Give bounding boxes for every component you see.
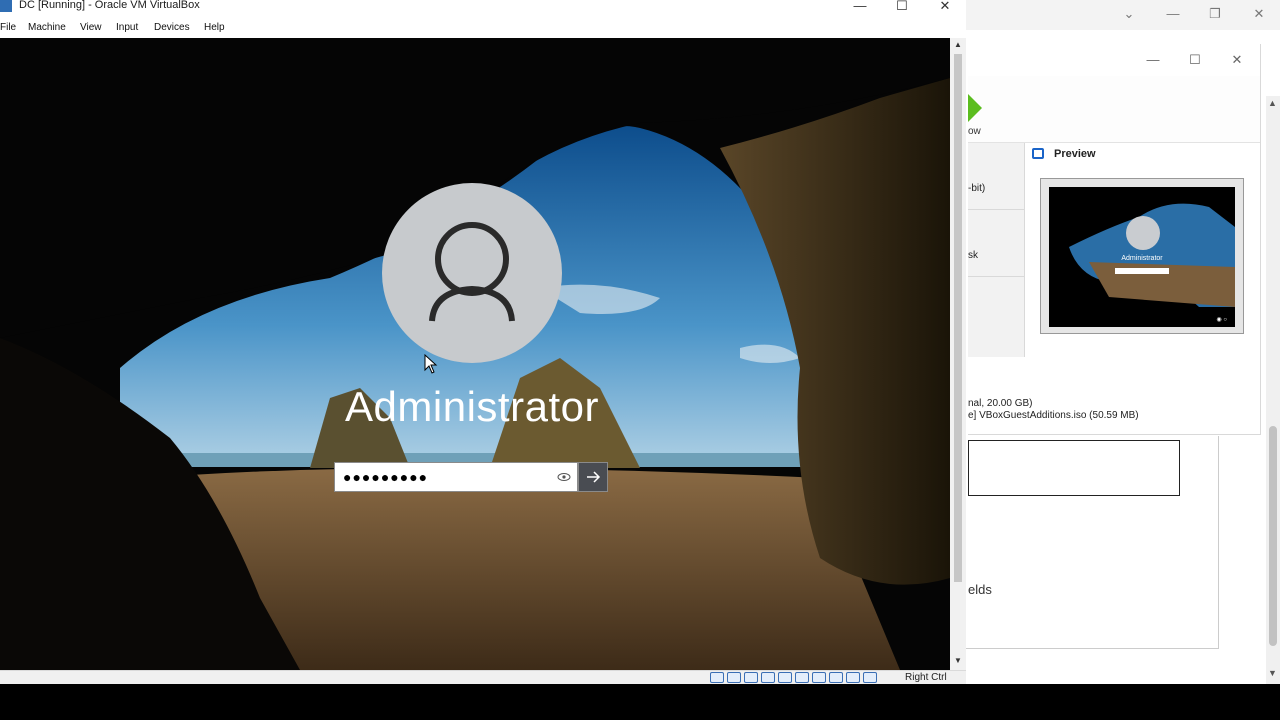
preview-avatar (1126, 216, 1160, 250)
username-label: Administrator (345, 383, 599, 430)
scroll-down-icon[interactable]: ▼ (1268, 668, 1277, 678)
preview-screen: Administrator ◉ ○ (1049, 187, 1235, 327)
restore-button[interactable]: ❐ (1200, 4, 1230, 24)
minimize-button[interactable]: — (1158, 4, 1188, 24)
screen-bottom-bar (0, 684, 1280, 720)
password-value: ●●●●●●●●● (343, 469, 429, 485)
preview-password-box (1115, 268, 1169, 274)
close-button[interactable]: ✕ (925, 0, 965, 14)
vm-scrollbar[interactable]: ▲ ▼ (950, 38, 966, 670)
scroll-up-icon[interactable]: ▲ (954, 40, 962, 49)
arrow-right-icon (587, 471, 601, 483)
user-silhouette-icon (429, 222, 515, 322)
menu-bar: File Machine View Input Devices Help (0, 14, 966, 39)
details-left-column: -bit) sk (968, 143, 1025, 357)
menu-help[interactable]: Help (204, 22, 225, 33)
password-input[interactable]: ●●●●●●●●● (334, 462, 578, 492)
recording-icon[interactable] (829, 672, 843, 683)
maximize-button[interactable]: ☐ (882, 0, 922, 14)
manager-maximize-button[interactable]: ☐ (1180, 50, 1210, 70)
minimize-button[interactable]: — (840, 0, 880, 14)
menu-input[interactable]: Input (116, 22, 138, 33)
submit-button[interactable] (578, 462, 608, 492)
manager-titlebar: — ☐ ✕ (968, 44, 1260, 76)
details-row: -bit) (968, 143, 1024, 210)
storage-info: nal, 20.00 GB) e] VBoxGuestAdditions.iso… (968, 398, 1139, 422)
preview-thumbnail: Administrator ◉ ○ (1040, 178, 1244, 334)
browser-titlebar: ⌄ — ❐ ✕ (966, 0, 1280, 30)
start-arrow-icon[interactable] (968, 94, 982, 122)
cpu-icon[interactable] (846, 672, 860, 683)
menu-view[interactable]: View (80, 22, 102, 33)
menu-file[interactable]: File (0, 22, 16, 33)
monitor-icon (1032, 148, 1044, 159)
device-status-icons (710, 672, 877, 684)
background-window: ⌄ — ❐ ✕ — ☐ ✕ ow -bit) sk Preview Admini… (966, 0, 1280, 684)
virtualbox-manager-window: — ☐ ✕ ow -bit) sk Preview Administrator … (968, 44, 1261, 435)
details-row: sk (968, 210, 1024, 277)
fields-label: elds (968, 582, 992, 597)
form-input-box[interactable] (968, 440, 1180, 496)
manager-close-button[interactable]: ✕ (1222, 50, 1252, 70)
virtualbox-icon (0, 0, 12, 12)
preview-heading: Preview (1054, 148, 1096, 160)
preview-tray-icons: ◉ ○ (1216, 317, 1227, 323)
user-avatar (382, 183, 562, 363)
audio-icon[interactable] (744, 672, 758, 683)
scroll-up-icon[interactable]: ▲ (1268, 98, 1277, 108)
manager-minimize-button[interactable]: — (1138, 50, 1168, 70)
close-button[interactable]: ✕ (1244, 4, 1274, 24)
details-row-text: sk (968, 250, 978, 261)
toolbar-show-label[interactable]: ow (968, 126, 981, 137)
optical-drive-icon[interactable] (727, 672, 741, 683)
storage-line: e] VBoxGuestAdditions.iso (50.59 MB) (968, 410, 1139, 421)
preview-username: Administrator (1121, 255, 1163, 262)
scroll-thumb[interactable] (954, 54, 962, 582)
menu-machine[interactable]: Machine (28, 22, 66, 33)
network-icon[interactable] (761, 672, 775, 683)
usb-icon[interactable] (778, 672, 792, 683)
hard-disk-icon[interactable] (710, 672, 724, 683)
storage-line: nal, 20.00 GB) (968, 398, 1033, 409)
window-title: DC [Running] - Oracle VM VirtualBox (19, 0, 200, 11)
vm-display[interactable]: Administrator ●●●●●●●●● (0, 38, 950, 670)
status-bar: Right Ctrl (0, 670, 966, 684)
mouse-pointer-icon (424, 354, 438, 374)
manager-toolbar: ow (968, 76, 1260, 143)
details-row-text: -bit) (968, 183, 986, 194)
eye-icon[interactable] (557, 470, 571, 484)
menu-devices[interactable]: Devices (154, 22, 190, 33)
host-key-label: Right Ctrl (905, 672, 947, 683)
shared-folder-icon[interactable] (795, 672, 809, 683)
vm-titlebar: DC [Running] - Oracle VM VirtualBox — ☐ … (0, 0, 966, 14)
scroll-thumb[interactable] (1269, 426, 1277, 646)
page-scrollbar[interactable]: ▲ ▼ (1266, 96, 1280, 684)
display-icon[interactable] (812, 672, 826, 683)
mouse-integration-icon[interactable] (863, 672, 877, 683)
chevron-down-icon[interactable]: ⌄ (1114, 4, 1144, 24)
scroll-down-icon[interactable]: ▼ (954, 656, 962, 665)
